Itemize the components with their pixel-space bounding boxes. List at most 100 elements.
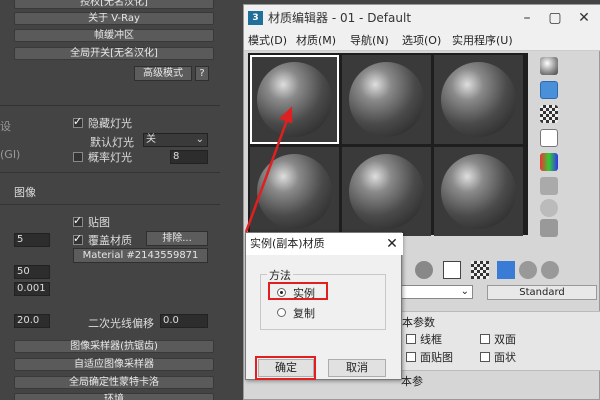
app-logo-icon: 3	[248, 11, 263, 25]
reset-map-icon[interactable]	[443, 261, 461, 279]
rollout-image-sampler[interactable]: 图像采样器(抗锯齿)	[14, 340, 214, 353]
map-label: 贴图	[88, 216, 110, 229]
face-map-checkbox[interactable]	[406, 352, 416, 362]
rollout-global-dmc[interactable]: 全局确定性蒙特卡洛	[14, 376, 214, 389]
dialog-titlebar: 实例(副本)材质 ✕	[246, 233, 403, 255]
secondary-ray-bias-label: 二次光线偏移	[88, 317, 154, 330]
instance-highlight-box	[268, 282, 328, 300]
sample-uv-tiling-icon[interactable]	[540, 129, 558, 147]
default-lights-label: 默认灯光	[90, 136, 134, 149]
menu-navigation[interactable]: 导航(N)	[350, 31, 389, 51]
sample-sphere	[441, 154, 516, 229]
left-value-field-3[interactable]: 0.001	[14, 282, 50, 296]
material-slot-2[interactable]	[342, 55, 431, 144]
probabilistic-lights-field[interactable]: 8	[170, 150, 208, 164]
hide-lights-label: 隐藏灯光	[88, 117, 132, 130]
menu-material[interactable]: 材质(M)	[296, 31, 336, 51]
render-settings-panel: 授权[无名汉化] 关于 V-Ray 帧缓冲区 全局开关[无名汉化] 高级模式 ?…	[0, 0, 245, 400]
two-sided-label: 双面	[494, 333, 516, 346]
basic-parameters-rollout: 本参数 线框 双面 面贴图 面状	[401, 311, 600, 371]
material-sample-slots	[248, 53, 528, 236]
material-slot-6[interactable]	[434, 147, 523, 236]
sample-sphere	[349, 154, 424, 229]
material-name-field[interactable]: ⌄	[401, 285, 473, 299]
map-checkbox[interactable]	[73, 214, 83, 227]
copy-label: 复制	[293, 307, 315, 320]
background-checker-icon[interactable]	[540, 105, 558, 123]
show-end-result-icon[interactable]	[497, 261, 515, 279]
close-icon[interactable]: ✕	[383, 233, 401, 255]
sample-sphere	[257, 154, 332, 229]
material-slot-4[interactable]	[250, 147, 339, 236]
show-map-icon[interactable]	[471, 261, 489, 279]
menu-utilities[interactable]: 实用程序(U)	[452, 31, 513, 51]
divider	[0, 204, 220, 205]
override-material-label: 覆盖材质	[88, 234, 132, 247]
help-button[interactable]: ?	[195, 66, 209, 81]
advanced-mode-button[interactable]: 高级模式	[134, 66, 192, 81]
go-forward-sibling-icon[interactable]	[541, 261, 559, 279]
left-value-field-4[interactable]: 20.0	[14, 314, 50, 328]
override-material-button[interactable]: Material #2143559871	[73, 248, 208, 263]
secondary-ray-bias-field[interactable]: 0.0	[160, 314, 208, 328]
two-sided-checkbox[interactable]	[480, 334, 490, 344]
divider	[0, 105, 220, 106]
lower-params-label: 本参	[401, 375, 423, 388]
material-type-row: ⌄ Standard	[401, 283, 600, 303]
rollout-global-switches[interactable]: 全局开关[无名汉化]	[14, 47, 214, 60]
select-by-material-icon[interactable]	[540, 219, 558, 237]
go-to-parent-icon[interactable]	[519, 261, 537, 279]
make-preview-icon[interactable]	[540, 177, 558, 195]
material-editor-menubar: 模式(D) 材质(M) 导航(N) 选项(O) 实用程序(U)	[244, 31, 600, 51]
faceted-checkbox[interactable]	[480, 352, 490, 362]
sample-sphere	[257, 62, 332, 137]
chevron-down-icon: ⌄	[460, 286, 469, 297]
basic-params-label: 本参数	[402, 316, 435, 329]
options-icon[interactable]	[540, 199, 558, 217]
left-value-field-2[interactable]: 50	[14, 265, 50, 279]
maximize-icon[interactable]: ▢	[540, 5, 570, 31]
sample-type-icon[interactable]	[540, 57, 558, 75]
face-map-label: 面贴图	[420, 351, 453, 364]
ok-highlight-box	[255, 356, 316, 380]
default-lights-select[interactable]: 关 ⌄	[143, 133, 208, 147]
copy-radio[interactable]	[277, 308, 286, 317]
material-editor-title: 材质编辑器 - 01 - Default	[268, 11, 412, 25]
rollout-frame-buffer[interactable]: 帧缓冲区	[14, 29, 214, 42]
faceted-label: 面状	[494, 351, 516, 364]
settings-fragment-label: 设	[0, 120, 11, 133]
rollout-environment[interactable]: 环境	[14, 393, 214, 400]
video-color-check-icon[interactable]	[540, 153, 558, 171]
menu-options[interactable]: 选项(O)	[402, 31, 441, 51]
sample-sphere	[441, 62, 516, 137]
sample-sphere	[349, 62, 424, 137]
image-fragment-label: 图像	[14, 186, 36, 199]
material-slot-5[interactable]	[342, 147, 431, 236]
override-material-checkbox[interactable]	[73, 232, 83, 245]
material-type-button[interactable]: Standard	[487, 285, 597, 300]
dialog-title: 实例(副本)材质	[250, 237, 325, 250]
backlight-icon[interactable]	[540, 81, 558, 99]
menu-mode[interactable]: 模式(D)	[248, 31, 287, 51]
gi-fragment-label: (GI)	[0, 148, 21, 161]
probabilistic-lights-checkbox[interactable]	[73, 152, 83, 162]
default-lights-value: 关	[146, 134, 156, 145]
assign-material-icon[interactable]	[415, 261, 433, 279]
hide-lights-checkbox[interactable]	[73, 115, 83, 128]
cancel-button[interactable]: 取消	[328, 359, 386, 377]
rollout-license[interactable]: 授权[无名汉化]	[14, 0, 214, 9]
minimize-icon[interactable]: –	[512, 5, 542, 31]
left-value-field-1[interactable]: 5	[14, 233, 50, 247]
material-toolbar	[401, 259, 600, 281]
rollout-about-vray[interactable]: 关于 V-Ray	[14, 12, 214, 25]
wire-checkbox[interactable]	[406, 334, 416, 344]
exclude-button[interactable]: 排除...	[146, 231, 208, 246]
side-toolbar	[540, 53, 562, 237]
wire-label: 线框	[420, 333, 442, 346]
close-icon[interactable]: ✕	[569, 5, 599, 31]
material-slot-1[interactable]	[250, 55, 339, 144]
material-editor-titlebar: 3 材质编辑器 - 01 - Default – ▢ ✕	[244, 5, 600, 31]
rollout-adaptive-sampler[interactable]: 自适应图像采样器	[14, 358, 214, 371]
material-slot-3[interactable]	[434, 55, 523, 144]
probabilistic-lights-label: 概率灯光	[88, 151, 132, 164]
